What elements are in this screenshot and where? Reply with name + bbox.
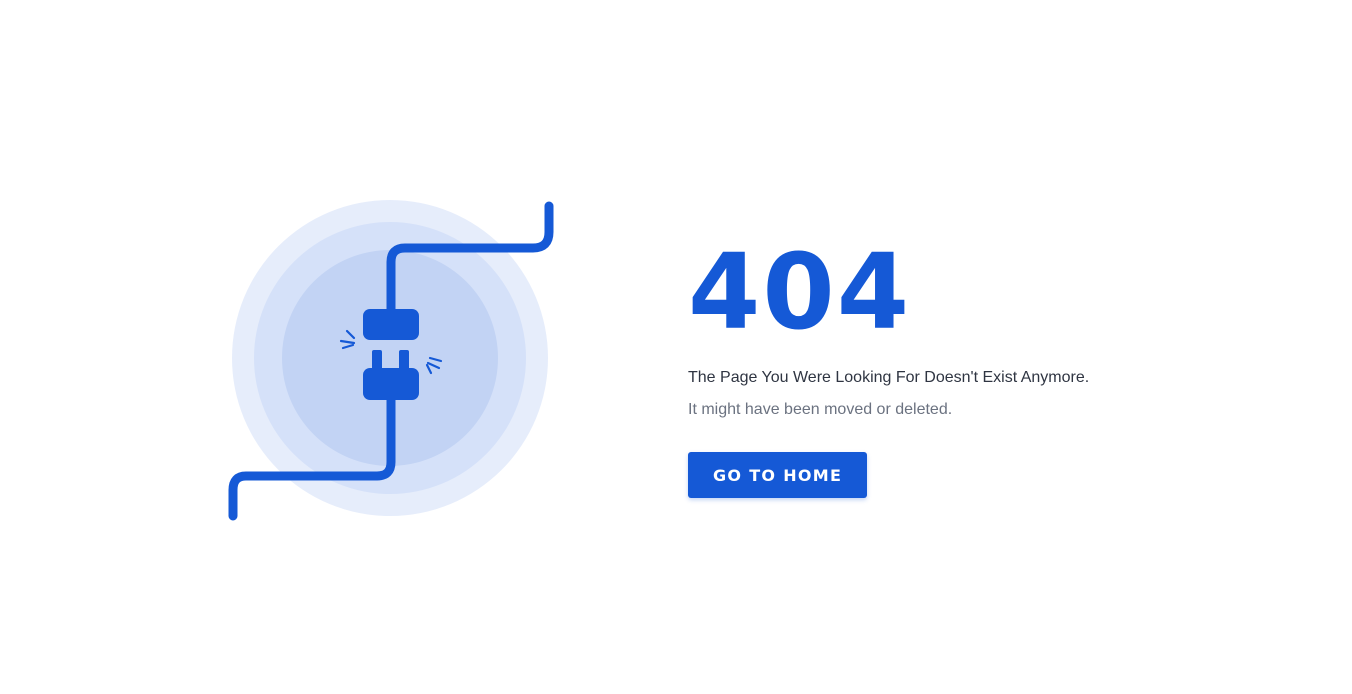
error-code: 404 (688, 231, 912, 353)
go-to-home-button[interactable]: GO TO HOME (688, 452, 868, 498)
error-message-panel: 404 The Page You Were Looking For Doesn'… (688, 240, 1248, 498)
error-subtext: It might have been moved or deleted. (688, 401, 953, 418)
not-found-page: 404 The Page You Were Looking For Doesn'… (0, 0, 1352, 694)
unplugged-cable-icon (222, 196, 562, 528)
error-headline: The Page You Were Looking For Doesn't Ex… (688, 369, 1090, 386)
